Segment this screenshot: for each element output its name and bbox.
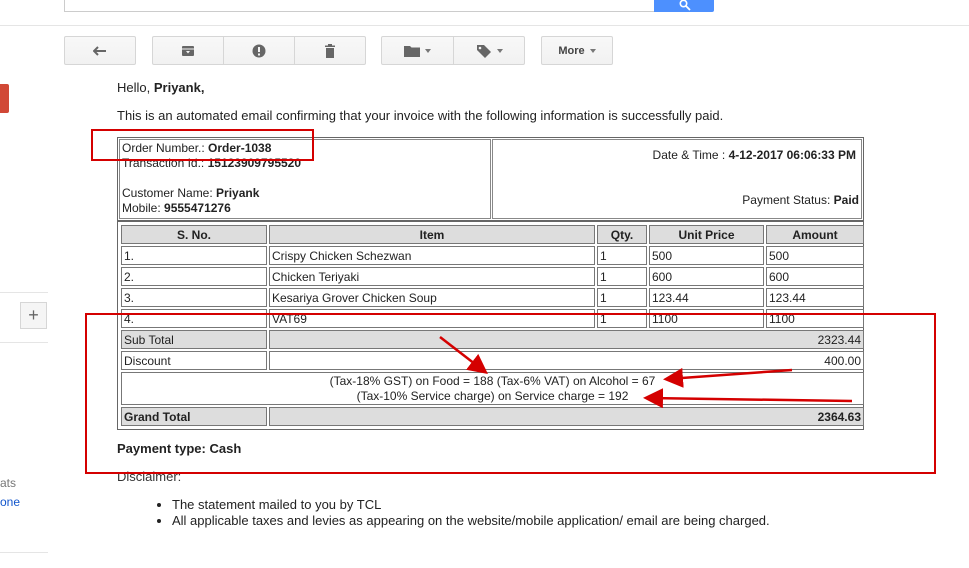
list-item: All applicable taxes and levies as appea… [172, 513, 770, 528]
cell-unit-price: 500 [649, 246, 764, 265]
order-number-highlight [91, 129, 314, 161]
column-header: Qty. [597, 225, 647, 244]
sidebar-text: ats [0, 476, 17, 490]
trash-icon [325, 43, 335, 58]
disclaimer-list: The statement mailed to you by TCL All a… [156, 497, 770, 529]
more-label: More [558, 44, 585, 57]
column-header: Amount [766, 225, 864, 244]
archive-icon [182, 45, 194, 56]
cell-sno: 2. [121, 267, 267, 286]
column-header: Item [269, 225, 595, 244]
delete-button[interactable] [294, 36, 366, 65]
greeting-prefix: Hello, [117, 80, 154, 95]
payment-status: Payment Status: Paid [742, 193, 859, 207]
sidebar-divider [0, 552, 48, 553]
mobile-label: Mobile: [122, 201, 165, 215]
chevron-down-icon [425, 48, 431, 53]
payment-status-value: Paid [833, 193, 859, 207]
table-row: 3. Kesariya Grover Chicken Soup 1 123.44… [121, 288, 864, 307]
customer-name: Customer Name: Priyank [122, 186, 259, 200]
label-icon [476, 44, 491, 58]
search-button[interactable] [654, 0, 714, 12]
cell-qty: 1 [597, 246, 647, 265]
more-button[interactable]: More [541, 36, 613, 65]
cell-unit-price: 600 [649, 267, 764, 286]
email-greeting: Hello, Priyank, [117, 80, 204, 95]
mobile-value: 9555471276 [164, 201, 231, 215]
customer-name-label: Customer Name: [122, 186, 217, 200]
cell-item: Crispy Chicken Schezwan [269, 246, 595, 265]
sidebar-divider [0, 342, 48, 343]
back-arrow-icon [93, 45, 106, 56]
list-item: The statement mailed to you by TCL [172, 497, 770, 512]
cell-qty: 1 [597, 267, 647, 286]
totals-highlight [85, 313, 936, 474]
email-intro: This is an automated email confirming th… [117, 108, 724, 123]
chevron-down-icon [589, 48, 596, 53]
back-button[interactable] [64, 36, 136, 65]
sidebar-link[interactable]: one [0, 495, 20, 509]
folder-icon [404, 45, 420, 57]
table-header-row: S. No. Item Qty. Unit Price Amount [121, 225, 864, 244]
cell-amount: 600 [766, 267, 864, 286]
cell-item: Chicken Teriyaki [269, 267, 595, 286]
labels-button[interactable] [453, 36, 525, 65]
search-input[interactable] [64, 0, 656, 12]
compose-button[interactable] [0, 84, 9, 113]
search-icon [679, 0, 691, 11]
table-row: 2. Chicken Teriyaki 1 600 600 [121, 267, 864, 286]
report-spam-icon [252, 44, 266, 57]
payment-status-label: Payment Status: [742, 193, 834, 207]
cell-unit-price: 123.44 [649, 288, 764, 307]
date-time-label: Date & Time : [652, 148, 729, 162]
chevron-down-icon [496, 48, 503, 53]
cell-sno: 1. [121, 246, 267, 265]
header-divider [0, 25, 969, 26]
cell-amount: 123.44 [766, 288, 864, 307]
cell-sno: 3. [121, 288, 267, 307]
cell-item: Kesariya Grover Chicken Soup [269, 288, 595, 307]
add-chat-button[interactable]: + [20, 302, 47, 329]
customer-name-value: Priyank [216, 186, 260, 200]
table-row: 1. Crispy Chicken Schezwan 1 500 500 [121, 246, 864, 265]
greeting-name: Priyank, [153, 80, 205, 95]
cell-amount: 500 [766, 246, 864, 265]
archive-button[interactable] [152, 36, 224, 65]
report-spam-button[interactable] [223, 36, 295, 65]
column-header: Unit Price [649, 225, 764, 244]
sidebar-divider [0, 292, 48, 293]
cell-qty: 1 [597, 288, 647, 307]
column-header: S. No. [121, 225, 267, 244]
mobile-number: Mobile: 9555471276 [122, 201, 231, 215]
date-time: Date & Time : 4-12-2017 06:06:33 PM [653, 148, 856, 162]
move-to-button[interactable] [381, 36, 454, 65]
date-time-value: 4-12-2017 06:06:33 PM [728, 148, 856, 162]
